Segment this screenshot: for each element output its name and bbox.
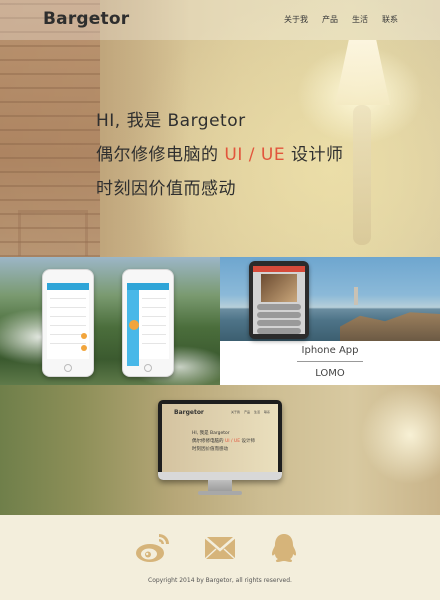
imac-line2-highlight: UI / UE bbox=[224, 439, 241, 444]
imac-screen-line3: 时刻因价值而感动 bbox=[192, 447, 228, 452]
top-navigation: Bargetor 关于我 产品 生活 联系 bbox=[0, 0, 440, 40]
imac-screen: Bargetor 关于我 产品 生活 联系 HI, 我是 Bargetor 偶尔… bbox=[162, 404, 278, 472]
imac-menu-item: 关于我 bbox=[230, 410, 240, 414]
lomo-phone-mockup bbox=[249, 261, 309, 339]
lomo-photo-lighthouse bbox=[354, 287, 358, 305]
lomo-caption: Iphone App LOMO bbox=[220, 341, 440, 384]
weibo-icon[interactable] bbox=[135, 532, 171, 564]
imac-stand-base bbox=[198, 491, 242, 495]
mail-icon[interactable] bbox=[202, 532, 238, 564]
hero-greeting-prefix: HI, 我是 bbox=[96, 111, 168, 131]
qq-icon[interactable] bbox=[266, 532, 302, 564]
imac-menu-item: 联系 bbox=[263, 410, 270, 414]
phone-home-button-2 bbox=[144, 364, 152, 372]
hero-role-highlight: UI / UE bbox=[224, 145, 286, 165]
hero-role: 偶尔修修电脑的 UI / UE 设计师 bbox=[96, 138, 344, 172]
nav-item-life[interactable]: 生活 bbox=[352, 14, 368, 25]
portfolio-tile-iphone-apps[interactable] bbox=[0, 257, 220, 385]
imac-line2-prefix: 偶尔修修电脑的 bbox=[192, 439, 225, 444]
site-logo[interactable]: Bargetor bbox=[43, 9, 129, 29]
copyright-text: Copyright 2014 by Bargetor, all rights r… bbox=[148, 577, 292, 584]
hero-role-prefix: 偶尔修修电脑的 bbox=[96, 145, 225, 165]
imac-menu-item: 生活 bbox=[253, 410, 260, 414]
website-showcase[interactable]: Bargetor 关于我 产品 生活 联系 HI, 我是 Bargetor 偶尔… bbox=[0, 385, 440, 515]
imac-screen-menu: 关于我 产品 生活 联系 bbox=[231, 410, 270, 414]
hero-section: Bargetor 关于我 产品 生活 联系 HI, 我是 Bargetor 偶尔… bbox=[0, 0, 440, 257]
hero-greeting: HI, 我是 Bargetor bbox=[96, 104, 344, 138]
nav-item-products[interactable]: 产品 bbox=[322, 14, 338, 25]
hero-background-lamp bbox=[335, 40, 390, 105]
hero-intro: HI, 我是 Bargetor 偶尔修修电脑的 UI / UE 设计师 时刻因价… bbox=[96, 104, 344, 206]
phone-home-button-1 bbox=[64, 364, 72, 372]
lomo-caption-subtitle: LOMO bbox=[315, 368, 345, 379]
nav-item-contact[interactable]: 联系 bbox=[382, 14, 398, 25]
nav-item-about[interactable]: 关于我 bbox=[284, 14, 308, 25]
hero-background-lamp-stem bbox=[353, 105, 371, 245]
imac-chin bbox=[158, 472, 282, 480]
imac-menu-item: 产品 bbox=[243, 410, 250, 414]
phone-mockup-1 bbox=[42, 269, 94, 377]
portfolio-tile-lomo[interactable]: Iphone App LOMO bbox=[220, 257, 440, 385]
imac-screen-line1: HI, 我是 Bargetor bbox=[192, 431, 230, 436]
imac-screen-intro: HI, 我是 Bargetor 偶尔修修电脑的 UI / UE 设计师 时刻因价… bbox=[192, 430, 255, 454]
imac-screen-line2: 偶尔修修电脑的 UI / UE 设计师 bbox=[192, 438, 255, 446]
imac-line2-suffix: 设计师 bbox=[240, 439, 256, 444]
lomo-caption-divider bbox=[297, 361, 363, 362]
hero-motto: 时刻因价值而感动 bbox=[96, 179, 236, 199]
imac-mockup: Bargetor 关于我 产品 生活 联系 HI, 我是 Bargetor 偶尔… bbox=[158, 400, 282, 480]
footer: Copyright 2014 by Bargetor, all rights r… bbox=[0, 515, 440, 600]
phone-screen-1 bbox=[47, 283, 89, 359]
imac-screen-logo: Bargetor bbox=[174, 409, 204, 416]
hero-greeting-name: Bargetor bbox=[167, 111, 246, 131]
main-menu: 关于我 产品 生活 联系 bbox=[284, 14, 398, 25]
hero-role-suffix: 设计师 bbox=[285, 145, 344, 165]
hero-background-window-frame bbox=[18, 210, 88, 256]
lomo-caption-title: Iphone App bbox=[301, 345, 359, 356]
phone-mockup-2 bbox=[122, 269, 174, 377]
